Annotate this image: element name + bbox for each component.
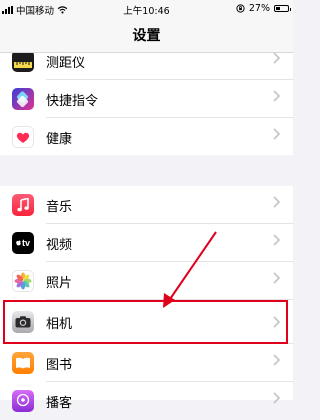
nav-bar: 设置 xyxy=(0,18,293,53)
settings-item-label: 照片 xyxy=(46,276,73,291)
chevron-right-icon xyxy=(273,234,281,246)
chevron-right-icon xyxy=(273,354,281,366)
chevron-right-icon xyxy=(273,128,281,140)
chevron-right-icon xyxy=(273,272,281,284)
chevron-right-icon xyxy=(273,392,281,404)
settings-group-2: 音乐 tv 视频 照片 相机 图书 播客 xyxy=(0,186,293,412)
chevron-right-icon xyxy=(273,90,281,102)
settings-item-label: 测距仪 xyxy=(46,56,86,71)
settings-item-books[interactable]: 图书 xyxy=(0,344,293,382)
health-heart-icon xyxy=(12,126,34,148)
settings-item-label: 快捷指令 xyxy=(46,94,99,109)
page-title: 设置 xyxy=(132,28,161,44)
chevron-right-icon xyxy=(273,316,281,328)
settings-item-tv[interactable]: tv 视频 xyxy=(0,224,293,262)
apple-tv-icon: tv xyxy=(12,232,34,254)
chevron-right-icon xyxy=(273,52,281,64)
settings-item-label: 音乐 xyxy=(46,200,73,215)
music-note-icon xyxy=(12,194,34,216)
settings-item-camera[interactable]: 相机 xyxy=(0,300,293,344)
photos-flower-icon xyxy=(12,270,34,292)
podcasts-icon xyxy=(12,390,34,412)
settings-item-label: 相机 xyxy=(46,317,73,332)
orientation-lock-icon xyxy=(236,4,245,13)
books-icon xyxy=(12,352,34,374)
chevron-right-icon xyxy=(273,196,281,208)
settings-item-music[interactable]: 音乐 xyxy=(0,186,293,224)
settings-item-label: 健康 xyxy=(46,132,73,147)
status-bar: 中国移动 上午10:46 27% xyxy=(0,0,293,18)
settings-item-podcasts[interactable]: 播客 xyxy=(0,382,293,420)
settings-item-label: 播客 xyxy=(46,396,73,411)
settings-item-photos[interactable]: 照片 xyxy=(0,262,293,300)
settings-item-label: 视频 xyxy=(46,238,73,253)
battery-percentage: 27% xyxy=(248,3,270,14)
battery-icon xyxy=(274,5,291,12)
settings-group-1: 测距仪 快捷指令 健康 xyxy=(0,42,293,155)
shortcuts-icon xyxy=(12,88,34,110)
camera-icon xyxy=(12,311,34,333)
settings-item-shortcuts[interactable]: 快捷指令 xyxy=(0,80,293,118)
settings-item-label: 图书 xyxy=(46,358,73,373)
settings-item-health[interactable]: 健康 xyxy=(0,118,293,156)
measure-icon xyxy=(12,50,34,72)
